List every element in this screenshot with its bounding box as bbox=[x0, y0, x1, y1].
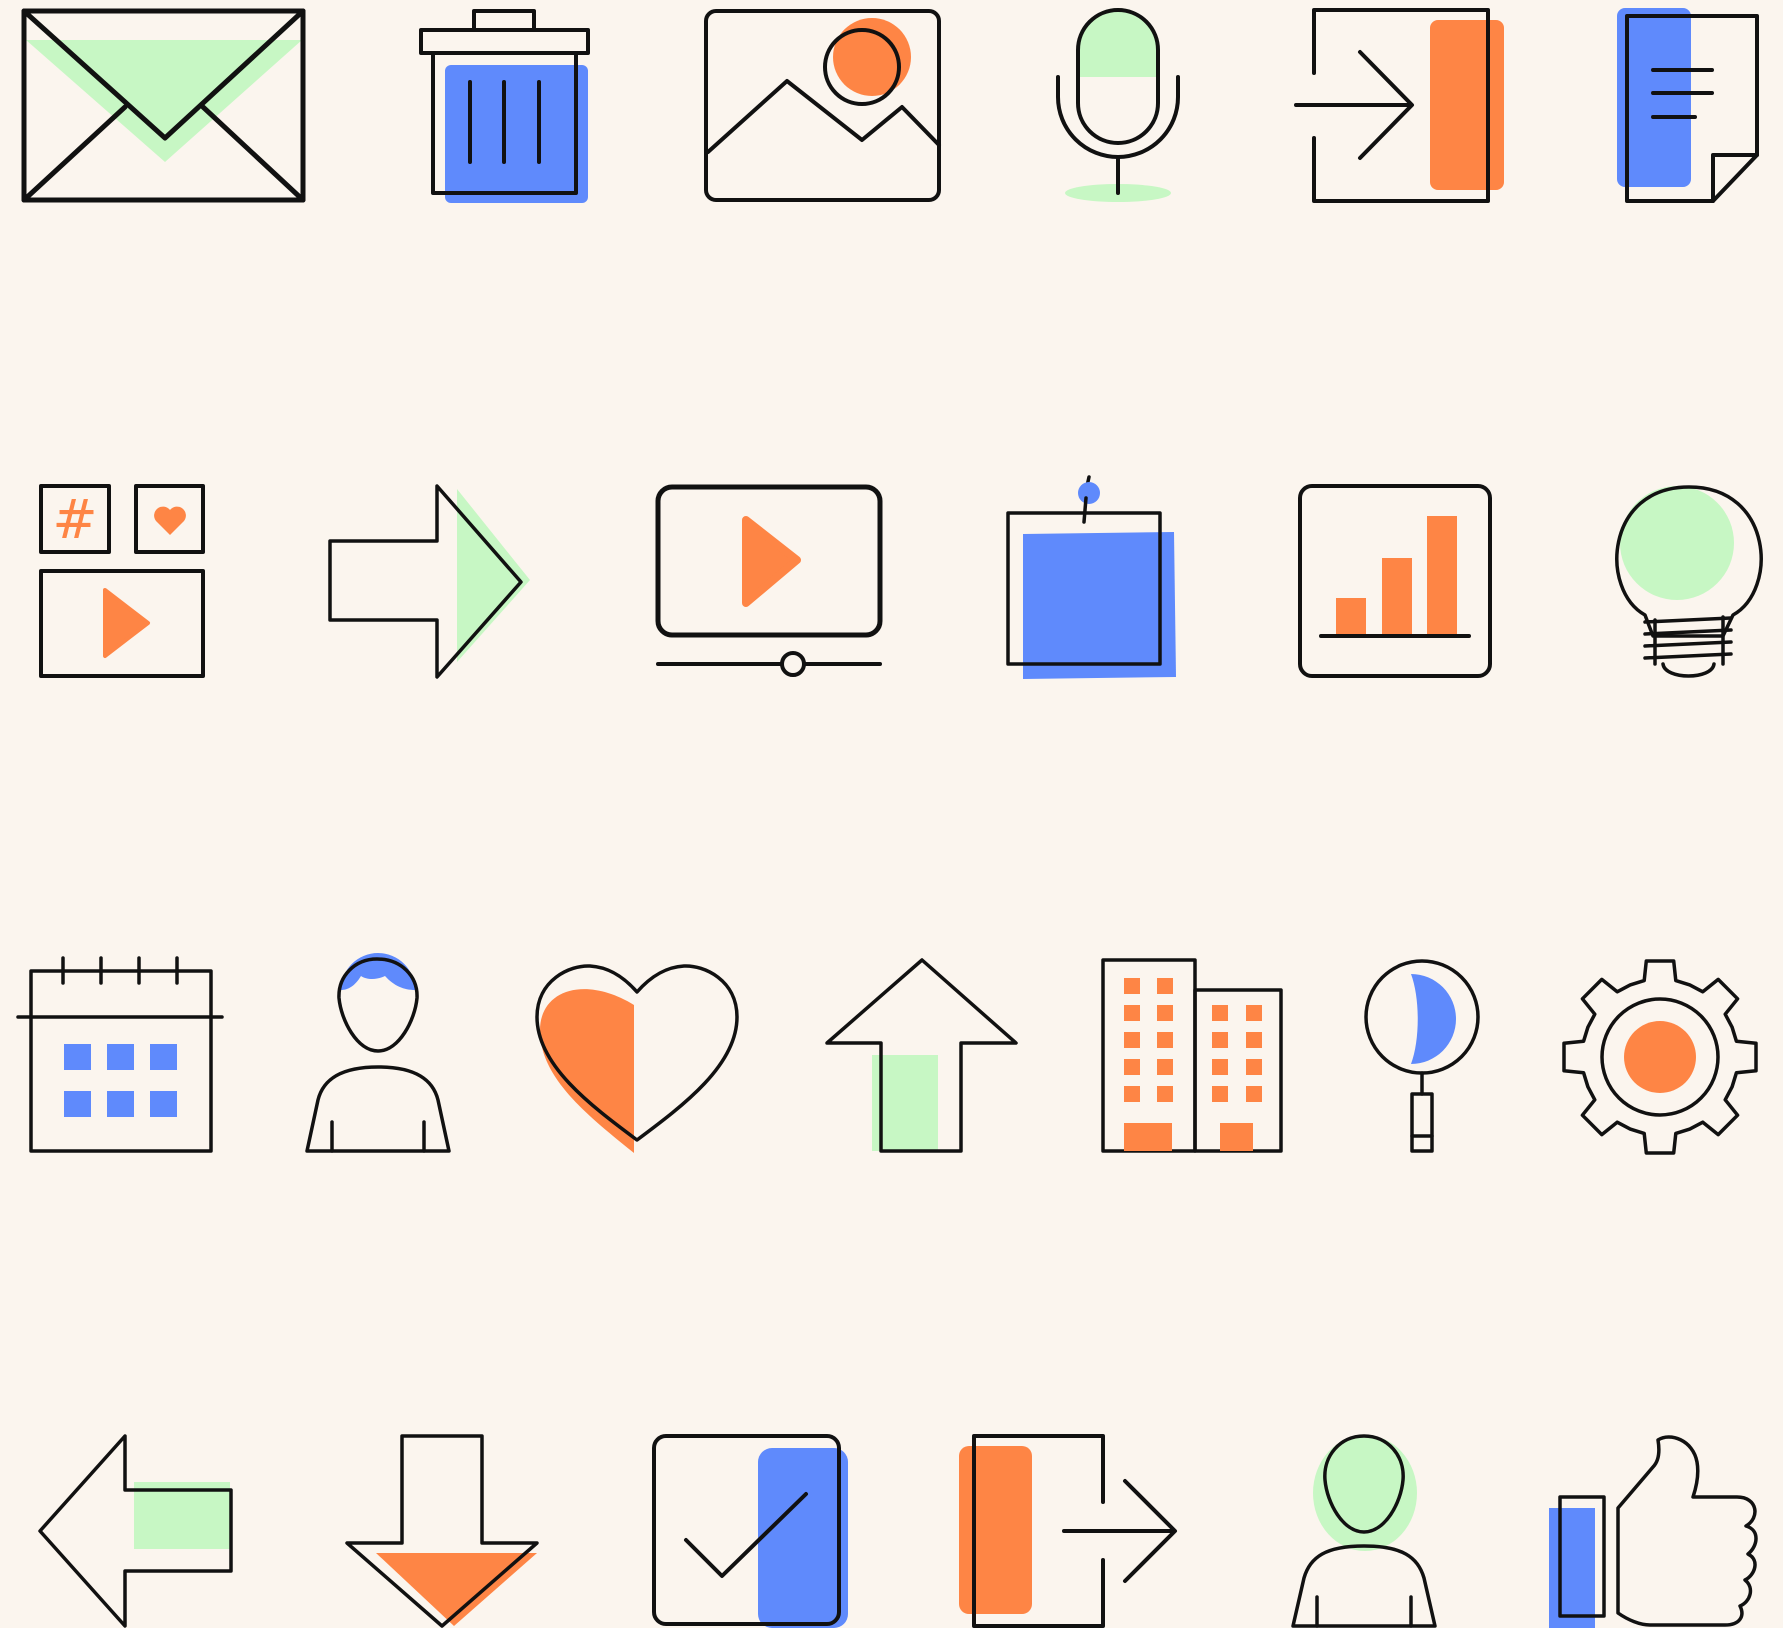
icon-grid: # bbox=[16, 8, 1763, 1628]
thumbs-up-icon bbox=[1549, 1435, 1758, 1628]
hashtag-icon: # bbox=[52, 488, 97, 551]
trash-icon bbox=[419, 9, 590, 203]
bar-chart-icon bbox=[1298, 484, 1492, 678]
gear-icon bbox=[1562, 959, 1758, 1155]
arrow-down-icon bbox=[345, 1434, 539, 1628]
document-icon bbox=[1617, 8, 1759, 203]
arrow-left-icon bbox=[38, 1434, 233, 1628]
arrow-right-icon bbox=[328, 484, 530, 679]
user-female-icon bbox=[1291, 1434, 1437, 1628]
user-male-icon bbox=[305, 953, 451, 1153]
logout-icon bbox=[959, 1434, 1177, 1628]
checkbox-icon bbox=[652, 1434, 848, 1628]
microphone-icon bbox=[1056, 8, 1180, 202]
buildings-icon bbox=[1101, 958, 1283, 1153]
heart-icon bbox=[535, 964, 739, 1153]
video-player-icon bbox=[655, 484, 883, 677]
envelope-icon bbox=[21, 8, 306, 203]
lightbulb-icon bbox=[1615, 485, 1763, 678]
image-icon bbox=[704, 9, 941, 202]
calendar-icon bbox=[16, 956, 224, 1153]
arrow-up-icon bbox=[825, 958, 1018, 1153]
social-media-icon: # bbox=[39, 484, 205, 678]
search-icon bbox=[1364, 959, 1480, 1153]
sticky-note-icon bbox=[1006, 475, 1176, 679]
login-icon bbox=[1294, 8, 1504, 203]
